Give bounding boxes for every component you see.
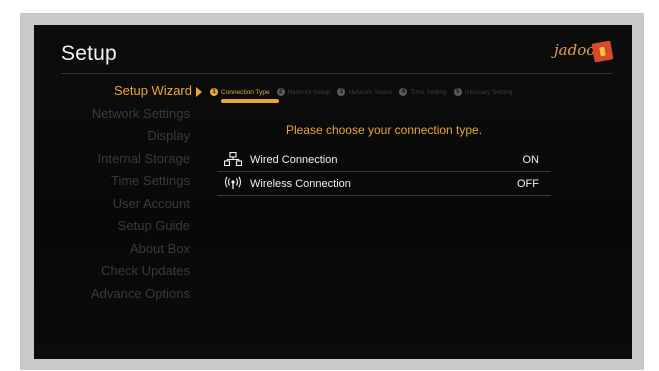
network-icon <box>223 151 244 168</box>
menu-item-label: Network Settings <box>91 105 190 121</box>
menu-item-label: Check Updates <box>101 263 190 278</box>
menu-item-label: Setup Guide <box>117 218 190 233</box>
step-number: 3 <box>337 88 346 96</box>
step-number: 2 <box>276 88 285 96</box>
step-time-setting: 4 Time Setting <box>399 88 447 96</box>
menu-item-label: Setup Wizard <box>113 83 192 98</box>
step-glossary-setting: 5 Glossary Setting <box>453 88 513 96</box>
menu-item-time-settings[interactable]: Time Settings <box>34 170 202 193</box>
step-number: 4 <box>399 88 408 96</box>
step-connection-type: 1 Connection Type <box>210 88 270 96</box>
step-label: Network Setup <box>287 88 331 96</box>
menu-item-advance-options[interactable]: Advance Options <box>34 283 202 306</box>
wizard-prompt: Please choose your connection type. <box>285 123 483 137</box>
tv-screen: Setup jadoo Setup Wizard Network Setting… <box>34 25 632 359</box>
step-network-status: 3 Network Status <box>337 88 392 96</box>
brand-logo: jadoo <box>554 40 614 63</box>
menu-item-label: Advance Options <box>90 285 190 301</box>
menu-item-about-box[interactable]: About Box <box>34 238 202 261</box>
option-wired-connection[interactable]: Wired Connection ON <box>217 148 551 172</box>
menu-item-label: About Box <box>130 240 190 256</box>
connection-options: Wired Connection ON Wireless Connection … <box>217 148 551 196</box>
menu-item-display[interactable]: Display <box>34 125 202 148</box>
wizard-steps: 1 Connection Type 2 Network Setup 3 Netw… <box>210 85 519 99</box>
settings-menu: Setup Wizard Network Settings Display In… <box>34 80 202 305</box>
menu-item-label: Display <box>147 128 190 143</box>
step-number: 1 <box>210 88 218 96</box>
menu-item-label: User Account <box>112 195 190 211</box>
step-label: Connection Type <box>221 88 270 96</box>
page-title: Setup <box>61 42 117 65</box>
menu-item-label: Time Settings <box>111 173 190 188</box>
step-label: Time Setting <box>410 88 447 96</box>
menu-item-internal-storage[interactable]: Internal Storage <box>34 148 202 171</box>
menu-item-setup-wizard[interactable]: Setup Wizard <box>34 80 202 103</box>
menu-item-user-account[interactable]: User Account <box>34 193 202 216</box>
option-value: ON <box>522 154 540 166</box>
chevron-right-icon <box>196 86 202 97</box>
menu-item-network-settings[interactable]: Network Settings <box>34 103 202 126</box>
option-label: Wireless Connection <box>250 177 351 190</box>
wireless-icon <box>224 176 244 192</box>
active-step-indicator <box>221 99 279 103</box>
menu-item-setup-guide[interactable]: Setup Guide <box>34 215 202 238</box>
option-label: Wired Connection <box>250 153 338 166</box>
option-value: OFF <box>517 178 539 190</box>
header-divider <box>61 73 612 74</box>
step-network-setup: 2 Network Setup <box>276 88 331 96</box>
step-label: Glossary Setting <box>464 88 513 96</box>
option-wireless-connection[interactable]: Wireless Connection OFF <box>217 172 551 196</box>
menu-item-check-updates[interactable]: Check Updates <box>34 260 202 283</box>
logo-icon <box>591 40 614 63</box>
step-number: 5 <box>453 88 462 96</box>
step-label: Network Status <box>348 88 393 96</box>
logo-text: jadoo <box>554 41 596 59</box>
menu-item-label: Internal Storage <box>97 150 190 166</box>
